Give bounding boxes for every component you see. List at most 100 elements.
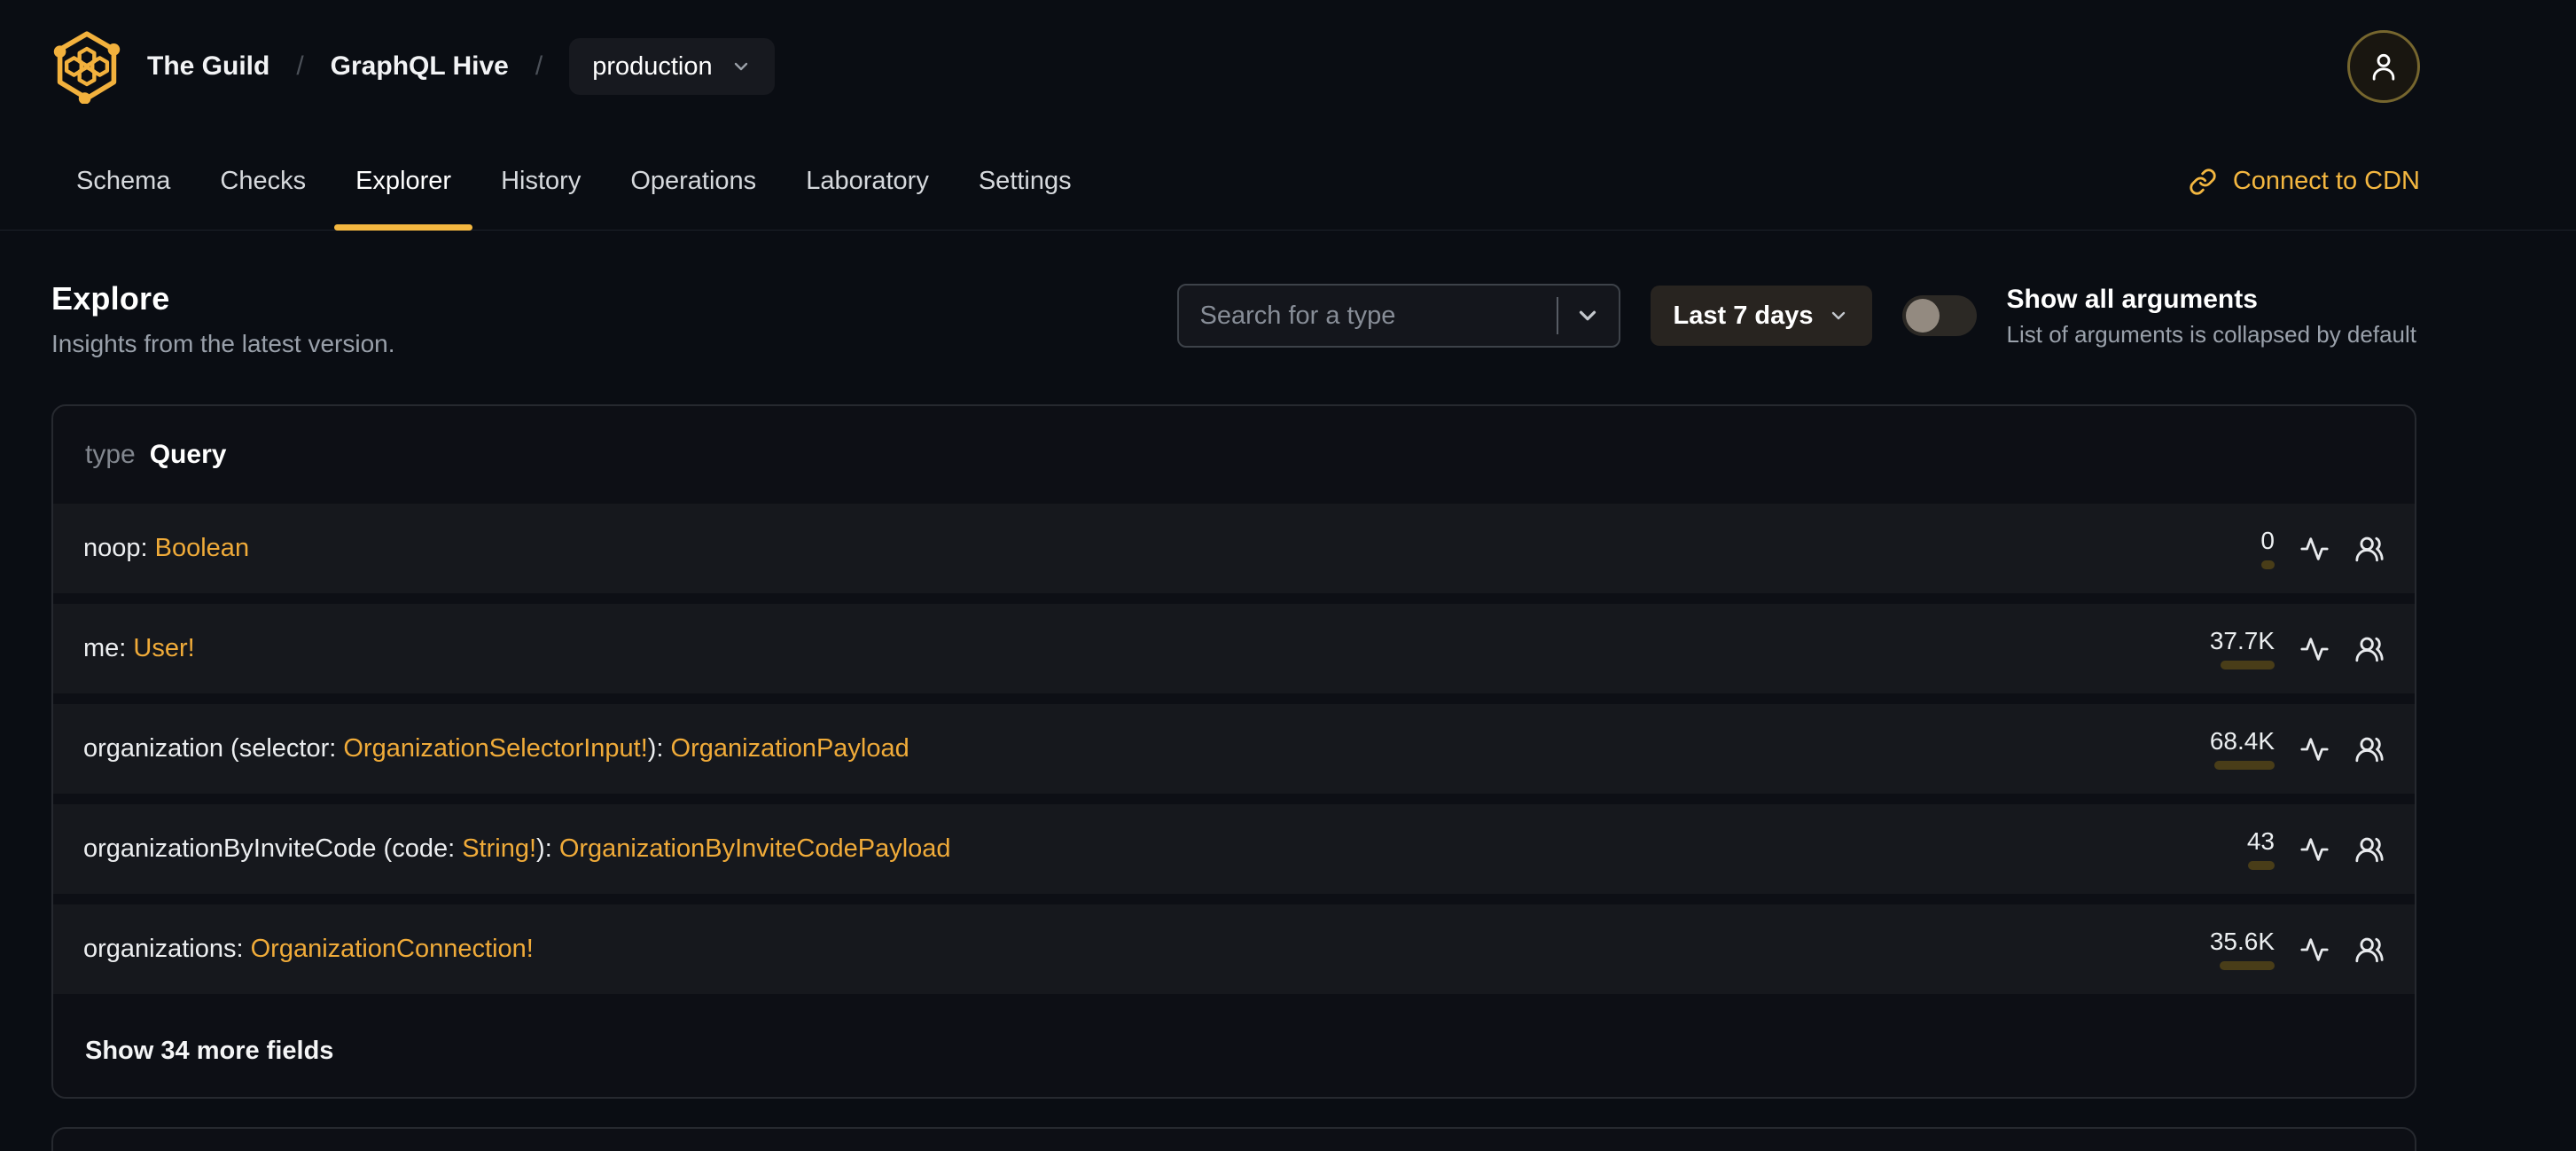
field-type-token[interactable]: OrganizationConnection!	[251, 935, 534, 963]
field-type-token[interactable]: String!	[462, 834, 536, 863]
breadcrumb-project[interactable]: GraphQL Hive	[331, 51, 509, 82]
page-heading: Explore Insights from the latest version…	[51, 280, 395, 358]
field-signature: organizationByInviteCode (code: String!)…	[83, 834, 951, 864]
usage-stat: 35.6K	[2209, 927, 2275, 970]
field-row[interactable]: organizations: OrganizationConnection! 3…	[53, 904, 2415, 994]
usage-bar	[2221, 660, 2275, 669]
field-list: noop: Boolean 0 me: User! 37.7K organiza…	[53, 504, 2415, 994]
explorer-page: Explore Insights from the latest version…	[51, 280, 2416, 1151]
field-type-token[interactable]: OrganizationPayload	[671, 734, 909, 763]
users-icon[interactable]	[2354, 534, 2385, 564]
show-more-fields-button[interactable]: Show 34 more fields	[53, 1005, 2415, 1097]
field-stats: 43	[2213, 826, 2385, 870]
tab-schema[interactable]: Schema	[51, 133, 195, 230]
usage-count: 43	[2246, 826, 2275, 855]
tab-explorer[interactable]: Explorer	[331, 133, 476, 231]
chevron-down-icon	[1831, 311, 1845, 320]
activity-icon[interactable]	[2299, 935, 2330, 965]
field-name-token: ):	[647, 734, 671, 763]
breadcrumb-separator: /	[535, 51, 543, 81]
usage-count: 35.6K	[2209, 927, 2275, 955]
connect-to-cdn-label: Connect to CDN	[2232, 167, 2420, 195]
usage-stat: 37.7K	[2209, 626, 2275, 669]
field-type-token[interactable]: User!	[133, 634, 194, 662]
toggle-knob	[1905, 299, 1940, 333]
field-type-token[interactable]: Boolean	[155, 534, 249, 562]
breadcrumb: The Guild / GraphQL Hive / production	[147, 38, 775, 95]
explorer-controls: Search for a type Last 7 days Show all a…	[1176, 284, 2416, 348]
tab-label: Explorer	[355, 167, 452, 195]
show-all-arguments-toggle[interactable]	[1901, 295, 1977, 336]
field-name-token: ):	[536, 834, 559, 863]
field-signature: organizations: OrganizationConnection!	[83, 935, 534, 964]
tab-label: Operations	[630, 167, 757, 195]
type-search-input[interactable]: Search for a type	[1176, 284, 1620, 348]
field-type-token[interactable]: OrganizationSelectorInput!	[343, 734, 647, 763]
tab-laboratory[interactable]: Laboratory	[781, 133, 954, 230]
usage-bar	[2220, 960, 2275, 970]
field-row[interactable]: noop: Boolean 0	[53, 504, 2415, 593]
search-divider	[1556, 297, 1558, 334]
target-selector-button[interactable]: production	[569, 38, 775, 95]
type-card-query: type Query noop: Boolean 0 me: User! 37.	[51, 404, 2416, 1099]
users-icon[interactable]	[2354, 834, 2385, 865]
field-row[interactable]: organization (selector: OrganizationSele…	[53, 704, 2415, 794]
date-range-button[interactable]: Last 7 days	[1650, 286, 1872, 346]
target-selector-label: production	[592, 51, 713, 81]
field-signature: noop: Boolean	[83, 534, 249, 563]
field-name-token: noop:	[83, 534, 155, 562]
type-name[interactable]: Query	[150, 440, 227, 470]
page-title: Explore	[51, 280, 170, 317]
toggle-description: Show all arguments List of arguments is …	[2007, 286, 2416, 346]
activity-icon[interactable]	[2299, 834, 2330, 865]
tab-settings[interactable]: Settings	[954, 133, 1097, 230]
field-stats: 37.7K	[2209, 626, 2385, 669]
toggle-sublabel: List of arguments is collapsed by defaul…	[2006, 320, 2416, 348]
usage-stat: 43	[2213, 826, 2275, 870]
field-name-token: organizations:	[83, 935, 251, 963]
page-subtitle: Insights from the latest version.	[51, 330, 395, 357]
tab-history[interactable]: History	[476, 133, 605, 230]
users-icon[interactable]	[2354, 734, 2385, 764]
field-stats: 0	[2213, 526, 2385, 569]
field-type-token[interactable]: OrganizationByInviteCodePayload	[559, 834, 951, 863]
breadcrumb-org[interactable]: The Guild	[147, 51, 269, 82]
field-signature: me: User!	[83, 634, 195, 663]
tab-label: Laboratory	[806, 167, 929, 195]
activity-icon[interactable]	[2299, 634, 2330, 664]
type-kind-label: type	[85, 440, 136, 469]
activity-icon[interactable]	[2299, 734, 2330, 764]
usage-bar	[2261, 560, 2275, 569]
activity-icon[interactable]	[2299, 534, 2330, 564]
hive-logo-icon[interactable]	[51, 29, 122, 104]
project-nav: Schema Checks Explorer History Operation…	[0, 133, 2576, 231]
tab-label: Settings	[978, 167, 1072, 195]
connect-to-cdn-link[interactable]: Connect to CDN	[2189, 133, 2420, 230]
tab-label: Schema	[76, 167, 171, 195]
field-name-token: organizationByInviteCode (code:	[83, 834, 463, 863]
field-stats: 35.6K	[2209, 927, 2385, 970]
tab-operations[interactable]: Operations	[605, 133, 781, 230]
link-icon	[2190, 168, 2216, 195]
field-signature: organization (selector: OrganizationSele…	[83, 734, 909, 763]
field-row[interactable]: organizationByInviteCode (code: String!)…	[53, 804, 2415, 894]
field-row[interactable]: me: User! 37.7K	[53, 604, 2415, 693]
usage-bar	[2214, 760, 2275, 770]
chevron-down-icon[interactable]	[1574, 302, 1601, 329]
users-icon[interactable]	[2354, 935, 2385, 965]
usage-count: 0	[2260, 526, 2275, 554]
next-type-card-partial	[51, 1127, 2416, 1151]
tab-label: History	[501, 167, 582, 195]
usage-count: 68.4K	[2209, 726, 2275, 755]
app-header: The Guild / GraphQL Hive / production	[0, 0, 2576, 133]
tab-checks[interactable]: Checks	[195, 133, 331, 230]
field-name-token: organization (selector:	[83, 734, 344, 763]
usage-bar	[2248, 860, 2275, 870]
user-menu-button[interactable]	[2347, 30, 2420, 103]
chevron-down-icon	[734, 62, 747, 71]
users-icon[interactable]	[2354, 634, 2385, 664]
field-name-token: me:	[83, 634, 134, 662]
usage-stat: 68.4K	[2209, 726, 2275, 770]
usage-stat: 0	[2213, 526, 2275, 569]
usage-count: 37.7K	[2209, 626, 2275, 654]
